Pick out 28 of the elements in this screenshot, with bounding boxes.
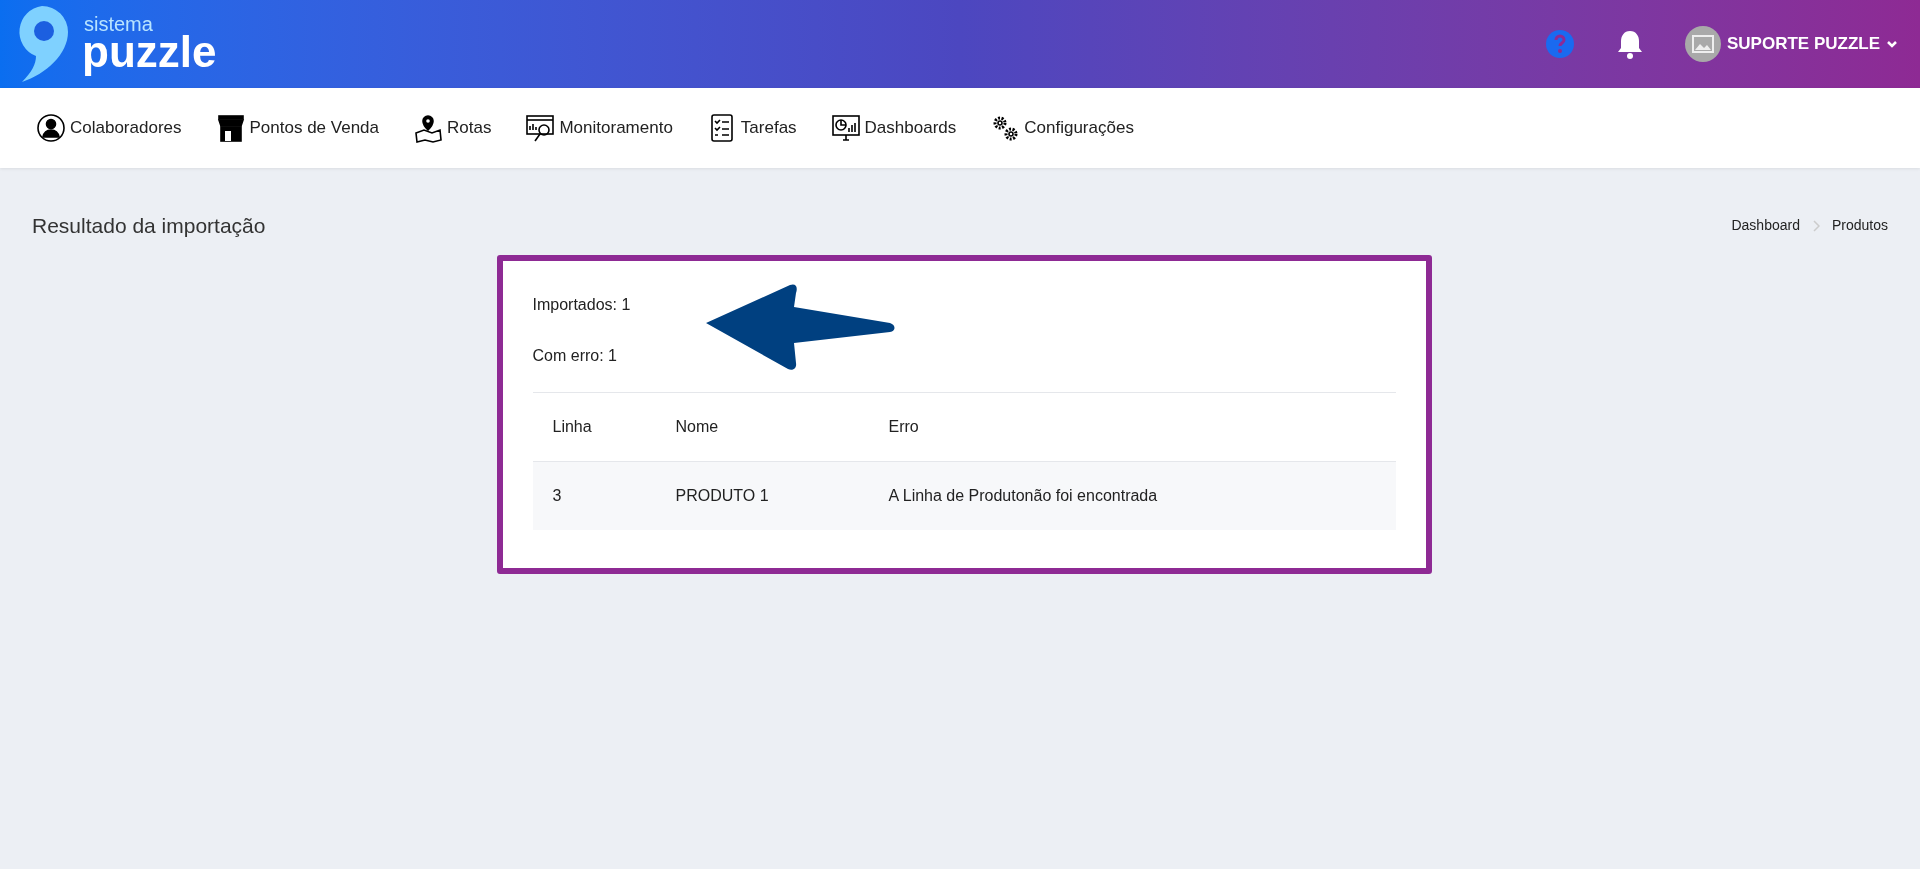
- user-circle-icon: [36, 113, 66, 143]
- nav-item[interactable]: Tarefas: [706, 113, 797, 143]
- table-cell: PRODUTO 1: [655, 461, 869, 530]
- nav-item[interactable]: Pontos de Venda: [215, 113, 380, 143]
- dashboard-monitor-icon: [830, 113, 861, 143]
- map-pin-icon: [413, 113, 444, 143]
- nav-item[interactable]: Colaboradores: [36, 113, 182, 143]
- user-menu[interactable]: SUPORTE PUZZLE: [1685, 26, 1898, 62]
- table-cell: A Linha de Produtonão foi encontrada: [868, 461, 1396, 530]
- store-icon: [215, 113, 246, 143]
- page-title: Resultado da importação: [32, 213, 266, 239]
- column-header: Nome: [655, 392, 869, 461]
- breadcrumb-link[interactable]: Dashboard: [1731, 215, 1800, 237]
- column-header: Erro: [868, 392, 1396, 461]
- chevron-down-icon: [1886, 39, 1898, 49]
- column-header: Linha: [532, 392, 656, 461]
- nav-item[interactable]: Dashboards: [830, 113, 957, 143]
- bell-icon[interactable]: [1615, 28, 1645, 60]
- nav-item[interactable]: Rotas: [413, 113, 492, 143]
- nav-item[interactable]: Monitoramento: [525, 113, 673, 143]
- nav-item[interactable]: Configurações: [990, 113, 1134, 143]
- image-placeholder-icon: [1692, 35, 1714, 53]
- summary-text: Com erro: 1: [532, 345, 618, 366]
- table-cell: 3: [532, 461, 656, 530]
- summary-text: Importados: 1: [532, 294, 632, 315]
- chevron-right-icon: [1811, 219, 1820, 232]
- breadcrumb-link[interactable]: Produtos: [1831, 215, 1888, 237]
- monitor-search-icon: [525, 113, 556, 143]
